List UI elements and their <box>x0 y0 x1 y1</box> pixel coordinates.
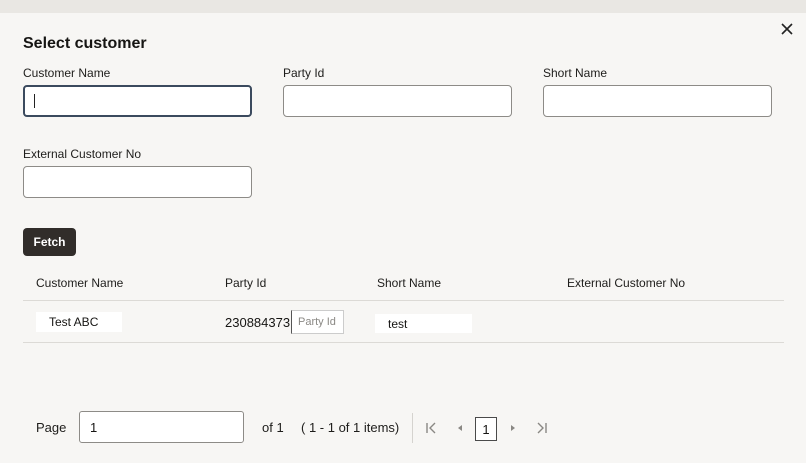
close-icon[interactable] <box>778 20 796 38</box>
cell-party-id: 230884373 <box>225 315 291 330</box>
customer-name-input[interactable] <box>23 85 252 117</box>
fetch-button[interactable]: Fetch <box>23 228 76 256</box>
page-count-label: of 1 <box>262 420 284 435</box>
previous-page-icon[interactable] <box>453 421 467 435</box>
party-id-input[interactable] <box>283 85 512 117</box>
items-range-label: ( 1 - 1 of 1 items) <box>301 420 400 435</box>
cell-external-customer-no <box>567 314 667 333</box>
column-header-external-customer-no[interactable]: External Customer No <box>567 276 685 290</box>
first-page-icon[interactable] <box>424 421 438 435</box>
party-id-label: Party Id <box>283 66 325 80</box>
last-page-icon[interactable] <box>535 421 549 435</box>
page-number-input[interactable]: 1 <box>79 411 244 443</box>
text-caret <box>34 94 35 108</box>
pagination-divider <box>412 413 413 443</box>
dialog-title: Select customer <box>23 35 147 52</box>
cell-customer-name: Test ABC <box>36 312 122 332</box>
cell-short-name: test <box>375 314 472 333</box>
column-header-short-name[interactable]: Short Name <box>377 276 441 290</box>
short-name-label: Short Name <box>543 66 608 80</box>
customer-name-label: Customer Name <box>23 66 111 80</box>
header-strip <box>0 0 806 13</box>
column-header-party-id[interactable]: Party Id <box>225 276 266 290</box>
external-customer-no-input[interactable] <box>23 166 252 198</box>
current-page-button[interactable]: 1 <box>475 417 497 441</box>
party-id-cell-input[interactable]: Party Id <box>291 310 344 334</box>
table-header-divider <box>23 300 784 301</box>
page-label: Page <box>36 420 67 435</box>
table-row-divider <box>23 342 784 343</box>
column-header-customer-name[interactable]: Customer Name <box>36 276 123 290</box>
next-page-icon[interactable] <box>506 421 520 435</box>
short-name-input[interactable] <box>543 85 772 117</box>
external-customer-no-label: External Customer No <box>23 147 142 161</box>
